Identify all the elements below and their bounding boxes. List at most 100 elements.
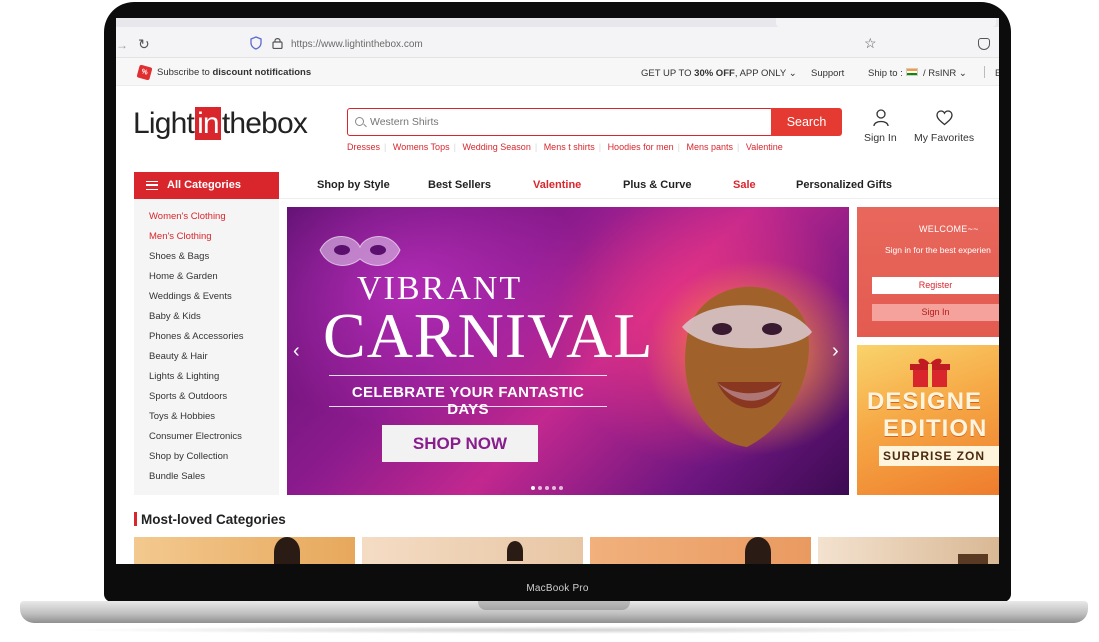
category-card[interactable] — [362, 537, 583, 564]
support-link[interactable]: Support — [811, 68, 844, 79]
carousel-dots — [531, 477, 566, 495]
hero-banner[interactable]: VIBRANT CARNIVAL CELEBRATE YOUR FANTASTI… — [287, 207, 849, 495]
carousel-dot[interactable] — [538, 486, 542, 490]
divider — [329, 375, 607, 376]
pocket-icon[interactable] — [978, 38, 990, 50]
sidebar-item-weddings-events[interactable]: Weddings & Events — [149, 291, 232, 302]
all-categories-label: All Categories — [167, 179, 241, 191]
cut-off-link[interactable]: E — [995, 68, 999, 79]
sidebar-item-bundle-sales[interactable]: Bundle Sales — [149, 471, 205, 482]
subscribe-link[interactable]: Subscribe to discount notifications — [157, 67, 311, 78]
category-sidebar: Women's Clothing Men's Clothing Shoes & … — [134, 199, 279, 495]
user-icon[interactable] — [873, 109, 889, 127]
nav-valentine[interactable]: Valentine — [533, 179, 581, 191]
category-card[interactable] — [590, 537, 811, 564]
heart-icon[interactable] — [936, 110, 953, 126]
sidebar-item-lights-lighting[interactable]: Lights & Lighting — [149, 371, 219, 382]
product-photo — [958, 554, 988, 564]
hotword-link[interactable]: Mens t shirts — [544, 142, 599, 152]
sidebar-item-consumer-electronics[interactable]: Consumer Electronics — [149, 431, 242, 442]
currency-label: / RsINR — [923, 68, 957, 79]
nav-shop-by-style[interactable]: Shop by Style — [317, 179, 390, 191]
chevron-right-icon[interactable]: › — [832, 340, 839, 363]
sidebar-item-home-garden[interactable]: Home & Garden — [149, 271, 218, 282]
carousel-dot[interactable] — [531, 486, 535, 490]
sidebar-item-toys-hobbies[interactable]: Toys & Hobbies — [149, 411, 215, 422]
welcome-panel: WELCOME~~ Sign in for the best experien … — [857, 207, 999, 337]
sign-in-button[interactable]: Sign In — [872, 304, 999, 321]
subscribe-prefix: Subscribe to — [157, 67, 213, 78]
laptop-mockup: → ↻ https://www.lightinthebox.com ☆ % Su… — [0, 0, 1099, 642]
url-text[interactable]: https://www.lightinthebox.com — [291, 39, 423, 50]
india-flag-icon[interactable] — [906, 68, 918, 76]
chevron-down-icon: ⌄ — [958, 68, 967, 79]
most-loved-title: Most-loved Categories — [141, 512, 286, 527]
sidebar-item-beauty-hair[interactable]: Beauty & Hair — [149, 351, 208, 362]
sidebar-item-baby-kids[interactable]: Baby & Kids — [149, 311, 201, 322]
search-box — [347, 108, 773, 136]
divider — [279, 198, 999, 199]
model-photo — [507, 541, 523, 561]
chevron-left-icon[interactable]: ‹ — [293, 340, 300, 363]
welcome-title: WELCOME~~ — [919, 224, 979, 234]
sidebar-item-sports-outdoors[interactable]: Sports & Outdoors — [149, 391, 227, 402]
ship-to-label[interactable]: Ship to : — [868, 68, 903, 79]
nav-plus-curve[interactable]: Plus & Curve — [623, 179, 691, 191]
search-input[interactable] — [370, 113, 770, 131]
divider: | — [737, 142, 740, 152]
currency-selector[interactable]: / RsINR ⌄ — [923, 68, 967, 79]
welcome-subtitle: Sign in for the best experien — [885, 245, 991, 255]
nav-best-sellers[interactable]: Best Sellers — [428, 179, 491, 191]
sidebar-item-womens-clothing[interactable]: Women's Clothing — [149, 211, 226, 222]
subscribe-bold: discount notifications — [212, 67, 312, 78]
carousel-dot[interactable] — [559, 486, 563, 490]
hotword-link[interactable]: Valentine — [746, 142, 787, 152]
hotword-link[interactable]: Mens pants — [686, 142, 737, 152]
hotword-link[interactable]: Hoodies for men — [608, 142, 678, 152]
shop-now-button[interactable]: SHOP NOW — [382, 425, 538, 462]
sidebar-item-shoes-bags[interactable]: Shoes & Bags — [149, 251, 209, 262]
category-card[interactable] — [818, 537, 999, 564]
browser-tab[interactable] — [776, 18, 996, 27]
carousel-dot[interactable] — [545, 486, 549, 490]
nav-sale[interactable]: Sale — [733, 179, 756, 191]
menu-icon — [146, 181, 158, 190]
divider: | — [453, 142, 456, 152]
logo-part-light: Light — [133, 107, 195, 140]
shield-icon[interactable] — [250, 36, 262, 50]
divider: | — [534, 142, 538, 152]
site-logo[interactable]: Light in thebox — [133, 107, 308, 141]
my-favorites-link[interactable]: My Favorites — [914, 132, 974, 144]
hotword-link[interactable]: Wedding Season — [462, 142, 534, 152]
model-photo — [745, 537, 771, 564]
search-button[interactable]: Search — [771, 108, 842, 136]
sidebar-item-phones-accessories[interactable]: Phones & Accessories — [149, 331, 244, 342]
section-accent-bar — [134, 512, 137, 526]
divider — [329, 406, 607, 407]
hotword-link[interactable]: Dresses — [347, 142, 384, 152]
sign-in-link[interactable]: Sign In — [864, 132, 897, 144]
hotword-link[interactable]: Womens Tops — [393, 142, 454, 152]
laptop-notch — [478, 601, 630, 610]
reload-icon[interactable]: ↻ — [138, 36, 150, 53]
sidebar-item-shop-by-collection[interactable]: Shop by Collection — [149, 451, 228, 462]
carousel-dot[interactable] — [552, 486, 556, 490]
category-card[interactable] — [134, 537, 355, 564]
divider — [984, 66, 985, 78]
laptop-shadow — [60, 626, 1050, 634]
discount-percent-icon: % — [136, 64, 153, 81]
promo-line-surprise: SURPRISE ZON — [879, 446, 999, 466]
divider: | — [677, 142, 680, 152]
nav-personalized-gifts[interactable]: Personalized Gifts — [796, 179, 892, 191]
bookmark-star-icon[interactable]: ☆ — [864, 35, 877, 52]
designer-edition-promo[interactable]: DESIGNE EDITION SURPRISE ZON — [857, 345, 999, 495]
device-model-label: MacBook Pro — [526, 583, 589, 594]
carnival-dancer-image — [682, 286, 812, 447]
app-promo-link[interactable]: GET UP TO 30% OFF, APP ONLY ⌄ — [641, 68, 797, 79]
promo-line-designer: DESIGNE — [867, 388, 983, 415]
all-categories-button[interactable]: All Categories — [134, 172, 279, 199]
register-button[interactable]: Register — [872, 277, 999, 294]
sidebar-item-mens-clothing[interactable]: Men's Clothing — [149, 231, 212, 242]
back-arrow-icon[interactable]: → — [116, 38, 128, 52]
banner-tagline: CELEBRATE YOUR FANTASTIC DAYS — [351, 384, 585, 418]
